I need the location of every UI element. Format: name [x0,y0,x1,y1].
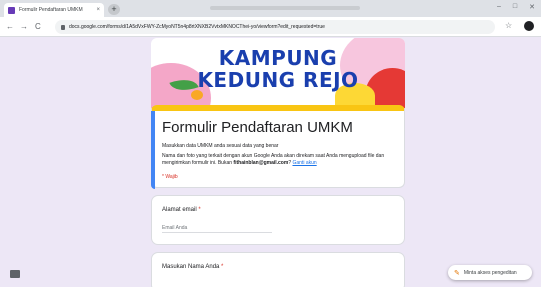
lock-icon [61,24,65,30]
blurred-window-title [210,6,360,10]
question-card-name: Masukan Nama Anda * [151,252,405,287]
bookmark-star-icon[interactable]: ☆ [505,21,512,30]
request-edit-access-label: Minta akses pengeditan [463,269,517,276]
question-card-email: Alamat email * Email Anda [151,195,405,245]
browser-tab[interactable]: Formulir Pendaftaran UMKM × [4,3,104,17]
form-title: Formulir Pendaftaran UMKM [162,119,353,136]
signin-notice: Nama dan foto yang terkait dengan akun G… [162,153,398,167]
window-controls: – □ ✕ [497,3,535,11]
required-note: * Wajib [162,174,178,180]
tab-title: Formulir Pendaftaran UMKM [19,7,83,13]
browser-tab-bar: Formulir Pendaftaran UMKM × + – □ ✕ [0,0,541,17]
back-button[interactable]: ← [6,22,14,32]
banner-title-line2: KEDUNG REJO [197,68,359,92]
feedback-icon[interactable] [10,270,20,278]
address-bar-row: ← → C docs.google.com/forms/d/1A5dVxFWY-… [0,17,541,37]
card-focus-accent [151,111,155,189]
form-description: Masukkan data UMKM anda sesuai data yang… [162,143,279,149]
form-header-banner: KAMPUNG KEDUNG REJO [151,38,405,108]
banner-title-line1: KAMPUNG [218,46,338,70]
minimize-button[interactable]: – [497,3,501,11]
signin-email: fithainblan@gmail.com [233,160,289,166]
url-omnibox[interactable]: docs.google.com/forms/d/1A5dVxFWY-ZcMyoN… [55,20,495,34]
switch-account-link[interactable]: Ganti akun [292,160,316,166]
url-text: docs.google.com/forms/d/1A5dVxFWY-ZcMyoN… [69,24,325,30]
maximize-button[interactable]: □ [513,3,517,11]
required-asterisk: * [196,207,201,213]
new-tab-button[interactable]: + [108,4,120,15]
question-label: Masukan Nama Anda * [162,264,223,270]
form-title-card: Formulir Pendaftaran UMKM Masukkan data … [151,105,405,189]
request-edit-access-button[interactable]: ✎ Minta akses pengeditan [448,265,532,280]
question-label-text: Alamat email [162,207,197,213]
close-window-button[interactable]: ✕ [529,3,535,11]
question-label-text: Masukan Nama Anda [162,264,220,270]
pencil-icon: ✎ [454,269,460,277]
question-label: Alamat email * [162,207,201,213]
reload-button[interactable]: C [35,22,41,32]
profile-avatar-icon[interactable] [524,21,534,31]
forward-button[interactable]: → [20,22,28,32]
forms-favicon-icon [8,6,15,14]
tab-close-icon[interactable]: × [96,7,100,13]
required-asterisk: * [219,264,224,270]
email-input[interactable]: Email Anda [162,224,272,233]
